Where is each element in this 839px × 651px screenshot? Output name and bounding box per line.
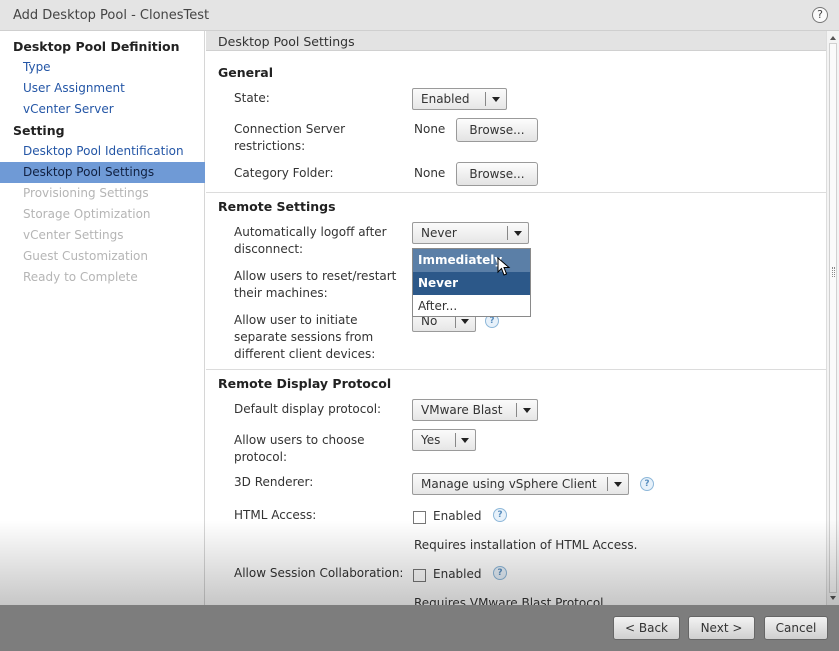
auto-logoff-dropdown-list: Immediately Never After...: [412, 248, 531, 317]
dropdown-option-immediately[interactable]: Immediately: [413, 249, 530, 272]
sidebar-item-storage-optimization: Storage Optimization: [23, 207, 151, 221]
scroll-down-icon[interactable]: [830, 596, 836, 600]
info-icon[interactable]: ?: [493, 508, 507, 522]
html-access-enabled-label: Enabled: [433, 509, 482, 523]
section-header: Desktop Pool Settings: [206, 31, 826, 51]
cancel-button[interactable]: Cancel: [764, 616, 828, 640]
category-browse-button[interactable]: Browse...: [456, 162, 538, 186]
sidebar-item-pool-identification[interactable]: Desktop Pool Identification: [0, 141, 205, 162]
3d-renderer-select-value: Manage using vSphere Client: [421, 477, 597, 491]
group-title-general: General: [218, 65, 273, 80]
chevron-down-icon: [523, 408, 531, 413]
sidebar-heading-setting: Setting: [13, 123, 65, 138]
dropdown-option-after[interactable]: After...: [413, 295, 530, 318]
info-icon[interactable]: ?: [493, 566, 507, 580]
window-title: Add Desktop Pool - ClonesTest: [13, 8, 210, 23]
reset-restart-label: Allow users to reset/restart their machi…: [234, 269, 397, 300]
connection-restrictions-value: None: [414, 122, 446, 136]
state-select[interactable]: Enabled: [412, 88, 507, 110]
dropdown-option-never[interactable]: Never: [413, 272, 530, 295]
choose-protocol-select[interactable]: Yes: [412, 429, 476, 451]
state-label: State:: [234, 91, 270, 105]
auto-logoff-label: Automatically logoff after disconnect:: [234, 225, 387, 256]
chevron-down-icon: [461, 438, 469, 443]
connection-restrictions-label: Connection Server restrictions:: [234, 122, 346, 153]
session-collaboration-label: Allow Session Collaboration:: [234, 566, 404, 580]
auto-logoff-select-value: Never: [421, 226, 457, 240]
wizard-footer: < Back Next > Cancel: [0, 605, 839, 651]
3d-renderer-select[interactable]: Manage using vSphere Client: [412, 473, 629, 495]
sidebar-item-vcenter-settings: vCenter Settings: [23, 228, 124, 242]
sidebar-item-type[interactable]: Type: [0, 57, 205, 78]
chevron-down-icon: [514, 231, 522, 236]
sidebar-item-provisioning-settings: Provisioning Settings: [23, 186, 149, 200]
group-title-remote-settings: Remote Settings: [218, 199, 336, 214]
choose-protocol-select-value: Yes: [421, 433, 441, 447]
divider: [206, 192, 826, 193]
settings-panel: Desktop Pool Settings General State: Ena…: [206, 31, 826, 605]
vertical-scrollbar[interactable]: [826, 31, 839, 605]
title-bar: Add Desktop Pool - ClonesTest ?: [0, 0, 839, 31]
sidebar-item-vcenter-server[interactable]: vCenter Server: [0, 99, 205, 120]
sidebar-item-user-assignment[interactable]: User Assignment: [0, 78, 205, 99]
mouse-pointer-icon: [497, 257, 511, 276]
html-access-checkbox[interactable]: [413, 511, 426, 524]
help-icon[interactable]: ?: [812, 7, 828, 23]
next-button[interactable]: Next >: [688, 616, 755, 640]
state-select-value: Enabled: [421, 92, 470, 106]
session-collaboration-enabled-label: Enabled: [433, 567, 482, 581]
section-title: Desktop Pool Settings: [218, 34, 355, 49]
info-icon[interactable]: ?: [640, 477, 654, 491]
3d-renderer-label: 3D Renderer:: [234, 475, 314, 489]
group-title-display-protocol: Remote Display Protocol: [218, 376, 392, 391]
sidebar-heading-definition: Desktop Pool Definition: [13, 39, 180, 54]
sidebar-item-pool-settings[interactable]: Desktop Pool Settings: [0, 162, 205, 183]
separate-sessions-label: Allow user to initiate separate sessions…: [234, 313, 376, 361]
default-protocol-select-value: VMware Blast: [421, 403, 503, 417]
sidebar-item-ready-to-complete: Ready to Complete: [23, 270, 138, 284]
auto-logoff-select[interactable]: Never: [412, 222, 529, 244]
chevron-down-icon: [461, 319, 469, 324]
category-folder-label: Category Folder:: [234, 166, 334, 180]
grip-icon: [832, 267, 835, 277]
chevron-down-icon: [492, 97, 500, 102]
session-collaboration-checkbox[interactable]: [413, 569, 426, 582]
scroll-up-icon[interactable]: [830, 36, 836, 40]
default-protocol-select[interactable]: VMware Blast: [412, 399, 538, 421]
sidebar-item-guest-customization: Guest Customization: [23, 249, 149, 263]
default-protocol-label: Default display protocol:: [234, 402, 382, 416]
session-collaboration-note: Requires VMware Blast Protocol: [414, 596, 604, 605]
scrollbar-thumb[interactable]: [829, 43, 837, 593]
chevron-down-icon: [614, 482, 622, 487]
connection-browse-button[interactable]: Browse...: [456, 118, 538, 142]
html-access-note: Requires installation of HTML Access.: [414, 538, 638, 552]
back-button[interactable]: < Back: [613, 616, 680, 640]
wizard-sidebar: Desktop Pool Definition Type User Assign…: [0, 31, 205, 605]
choose-protocol-label: Allow users to choose protocol:: [234, 433, 365, 464]
category-folder-value: None: [414, 166, 446, 180]
divider: [206, 369, 826, 370]
html-access-label: HTML Access:: [234, 508, 317, 522]
